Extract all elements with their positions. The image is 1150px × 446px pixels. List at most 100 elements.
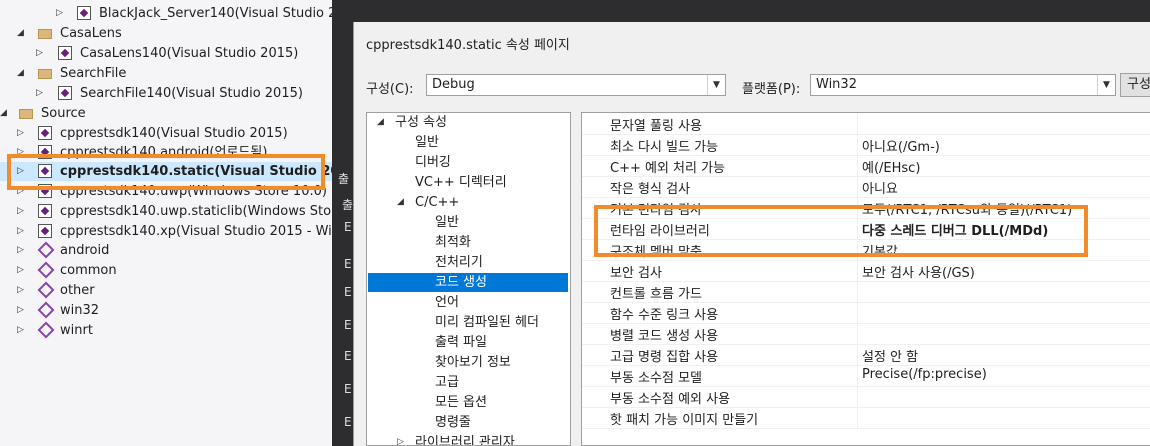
expand-arrow-icon[interactable]: ▷: [17, 241, 27, 260]
property-value[interactable]: 설정 안 함: [862, 346, 918, 365]
tree-item[interactable]: ▷ android: [0, 241, 332, 260]
expand-arrow-icon[interactable]: ▷: [36, 44, 46, 63]
property-value[interactable]: 모두(/RTC1, /RTCsu와 동일)(/RTC1): [862, 199, 1072, 218]
expand-arrow-icon[interactable]: ▷: [56, 4, 66, 23]
tree-item[interactable]: ◢ SearchFile: [0, 64, 332, 83]
property-row[interactable]: 핫 패치 가능 이미지 만들기: [582, 407, 1150, 429]
tree-item[interactable]: ▷ other: [0, 281, 332, 300]
category-item[interactable]: 디버깅: [415, 153, 451, 172]
panel-row-marker: E: [344, 285, 352, 299]
tree-item[interactable]: ▷ win32: [0, 301, 332, 320]
tree-item[interactable]: ▷ cpprestsdk140.uwp(Windows Store 10.0): [0, 182, 332, 201]
expand-arrow-icon[interactable]: ▷: [17, 222, 27, 241]
tree-item-label: SearchFile140(Visual Studio 2015): [80, 86, 303, 101]
expand-arrow-icon[interactable]: ▷: [17, 182, 27, 201]
expand-arrow-icon[interactable]: ▷: [36, 84, 46, 103]
category-item[interactable]: 고급: [435, 373, 459, 392]
expand-arrow-icon[interactable]: ▷: [17, 281, 27, 300]
category-item[interactable]: 언어: [435, 293, 459, 312]
tree-item-label: cpprestsdk140.uwp.staticlib(Windows Stor…: [60, 204, 332, 219]
category-item[interactable]: 출력 파일: [435, 333, 487, 352]
panel-row-marker: E: [344, 415, 352, 429]
tree-item[interactable]: ▷ BlackJack_Server140(Visual Studio 20: [0, 4, 332, 23]
collapse-arrow-icon[interactable]: ◢: [17, 64, 27, 83]
folder-icon: [38, 29, 52, 39]
category-item[interactable]: 찾아보기 정보: [435, 353, 511, 372]
property-row[interactable]: 컨트롤 흐름 가드: [582, 281, 1150, 303]
tree-item[interactable]: ◢ Source: [0, 104, 332, 123]
project-icon: [38, 126, 52, 140]
category-label: 라이브러리 관리자: [415, 435, 515, 446]
category-item[interactable]: 전처리기: [435, 253, 483, 272]
expand-arrow-icon[interactable]: ▷: [17, 321, 27, 340]
tree-item[interactable]: ▷ common: [0, 261, 332, 280]
collapse-arrow-icon[interactable]: ◢: [397, 193, 404, 212]
property-row[interactable]: 기본 런타임 검사 모두(/RTC1, /RTCsu와 동일)(/RTC1): [582, 197, 1150, 219]
property-row[interactable]: 작은 형식 검사 아니요: [582, 176, 1150, 198]
config-manager-button[interactable]: 구성: [1120, 73, 1150, 97]
property-row[interactable]: 부동 소수점 모델 Precise(/fp:precise): [582, 365, 1150, 387]
expand-arrow-icon[interactable]: ▷: [17, 143, 27, 162]
property-row[interactable]: 병렬 코드 생성 사용: [582, 323, 1150, 345]
tree-item[interactable]: ▷ SearchFile140(Visual Studio 2015): [0, 84, 332, 103]
category-item[interactable]: ◢ C/C++: [367, 193, 567, 212]
panel-row-marker: E: [344, 257, 352, 271]
chevron-down-icon[interactable]: ▼: [1097, 75, 1115, 95]
category-item[interactable]: 최적화: [435, 233, 471, 252]
expand-arrow-icon[interactable]: ▷: [397, 433, 404, 445]
collapse-arrow-icon[interactable]: ◢: [0, 104, 10, 123]
property-row-runtime-library[interactable]: 런타임 라이브러리 다중 스레드 디버그 DLL(/MDd): [582, 218, 1150, 240]
expand-arrow-icon[interactable]: ▷: [17, 124, 27, 143]
expand-arrow-icon[interactable]: ▷: [17, 202, 27, 221]
category-item[interactable]: VC++ 디렉터리: [415, 173, 507, 192]
collapse-arrow-icon[interactable]: ◢: [377, 113, 384, 132]
property-value[interactable]: Precise(/fp:precise): [862, 367, 987, 382]
property-row[interactable]: 고급 명령 집합 사용 설정 안 함: [582, 344, 1150, 366]
property-name: 보안 검사: [610, 266, 662, 281]
tree-item[interactable]: ◢ CasaLens: [0, 24, 332, 43]
property-row[interactable]: 문자열 풀링 사용: [582, 113, 1150, 135]
expand-arrow-icon[interactable]: ▷: [17, 261, 27, 280]
property-name: C++ 예외 처리 가능: [610, 161, 726, 176]
expand-arrow-icon[interactable]: ▷: [17, 301, 27, 320]
panel-row-marker: E: [344, 382, 352, 396]
category-item[interactable]: 명령줄: [435, 413, 471, 432]
category-item[interactable]: 일반: [415, 133, 439, 152]
property-value[interactable]: 예(/EHsc): [862, 157, 920, 176]
platform-dropdown[interactable]: Win32 ▼: [810, 74, 1116, 96]
property-value[interactable]: 아니요: [862, 178, 898, 197]
category-item[interactable]: ◢ 구성 속성: [367, 113, 567, 132]
collapse-arrow-icon[interactable]: ◢: [17, 24, 27, 43]
category-item[interactable]: 모든 옵션: [435, 393, 487, 412]
property-value[interactable]: 기본값: [862, 241, 898, 260]
tree-item[interactable]: ▷ cpprestsdk140.android(언로드됨): [0, 143, 332, 162]
category-item-selected[interactable]: 코드 생성: [368, 273, 568, 292]
chevron-down-icon[interactable]: ▼: [707, 75, 725, 95]
property-row[interactable]: C++ 예외 처리 가능 예(/EHsc): [582, 155, 1150, 177]
property-row[interactable]: 구조체 멤버 맞춤 기본값: [582, 239, 1150, 261]
tree-item-label: cpprestsdk140(Visual Studio 2015): [60, 126, 288, 141]
property-value[interactable]: 다중 스레드 디버그 DLL(/MDd): [862, 220, 1048, 239]
category-item[interactable]: 일반: [435, 213, 459, 232]
tree-item-selected[interactable]: ▷ cpprestsdk140.static(Visual Studio 201…: [0, 162, 332, 181]
category-item[interactable]: ▷ 라이브러리 관리자: [367, 433, 567, 446]
property-row[interactable]: 부동 소수점 예외 사용: [582, 386, 1150, 408]
property-row[interactable]: 보안 검사 보안 검사 사용(/GS): [582, 260, 1150, 282]
property-value[interactable]: 아니요(/Gm-): [862, 136, 940, 155]
property-grid: 문자열 풀링 사용 최소 다시 빌드 가능 아니요(/Gm-) C++ 예외 처리…: [581, 112, 1150, 446]
folder-icon: [38, 69, 52, 79]
config-dropdown[interactable]: Debug ▼: [426, 74, 726, 96]
property-value[interactable]: 보안 검사 사용(/GS): [862, 262, 975, 281]
tree-item[interactable]: ▷ winrt: [0, 321, 332, 340]
property-name: 기본 런타임 검사: [610, 203, 702, 218]
tree-item[interactable]: ▷ cpprestsdk140.xp(Visual Studio 2015 - …: [0, 222, 332, 241]
tree-item[interactable]: ▷ cpprestsdk140(Visual Studio 2015): [0, 124, 332, 143]
expand-arrow-icon[interactable]: ▷: [17, 162, 27, 181]
category-item[interactable]: 미리 컴파일된 헤더: [435, 313, 539, 332]
property-row[interactable]: 최소 다시 빌드 가능 아니요(/Gm-): [582, 134, 1150, 156]
property-name: 병렬 코드 생성 사용: [610, 329, 719, 344]
project-icon: [38, 164, 52, 178]
tree-item[interactable]: ▷ CasaLens140(Visual Studio 2015): [0, 44, 332, 63]
property-row[interactable]: 함수 수준 링크 사용: [582, 302, 1150, 324]
tree-item[interactable]: ▷ cpprestsdk140.uwp.staticlib(Windows St…: [0, 202, 332, 221]
